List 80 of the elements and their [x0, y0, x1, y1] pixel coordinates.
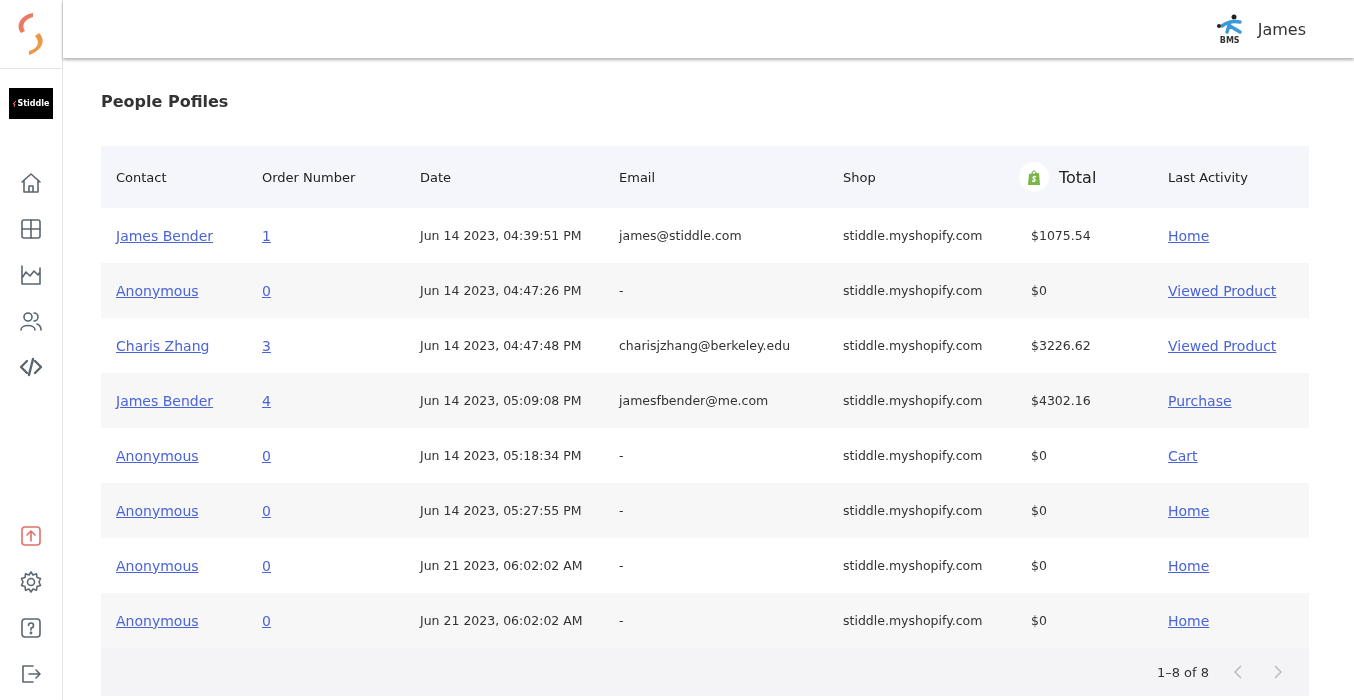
table-cell: $1075.54 [1031, 228, 1091, 243]
activity-link[interactable]: Home [1168, 227, 1210, 244]
order-link[interactable]: 0 [262, 447, 271, 464]
activity-link[interactable]: Home [1168, 612, 1210, 629]
chart-icon[interactable] [19, 263, 43, 287]
activity-link[interactable]: Viewed Product [1168, 282, 1277, 299]
grid-icon[interactable] [19, 217, 43, 241]
table-cell: - [619, 448, 624, 463]
table-cell: charisjzhang@berkeley.edu [619, 338, 791, 353]
contact-link[interactable]: Anonymous [116, 447, 199, 464]
order-link[interactable]: 3 [262, 337, 271, 354]
activity-link[interactable]: Purchase [1168, 392, 1232, 409]
activity-link[interactable]: Home [1168, 557, 1210, 574]
table-cell: stiddle.myshopify.com [843, 558, 983, 573]
table-cell: Jun 14 2023, 04:47:26 PM [420, 283, 582, 298]
column-header: Total [1059, 167, 1097, 187]
contact-link[interactable]: Anonymous [116, 502, 199, 519]
column-header: Order Number [262, 169, 357, 185]
table-cell: stiddle.myshopify.com [843, 393, 983, 408]
contact-link[interactable]: Anonymous [116, 282, 199, 299]
table-cell: stiddle.myshopify.com [843, 338, 983, 353]
table-cell: Jun 14 2023, 05:09:08 PM [420, 393, 582, 408]
pagination-range: 1–8 of 8 [1156, 664, 1209, 680]
bolt-icon [12, 100, 17, 107]
shopping-bag-icon [1027, 168, 1041, 186]
table-cell: stiddle.myshopify.com [843, 503, 983, 518]
help-icon[interactable] [19, 616, 43, 640]
order-link[interactable]: 0 [262, 502, 271, 519]
brand-name: Stiddle [17, 99, 50, 108]
table-cell: - [619, 558, 624, 573]
table-cell: Jun 14 2023, 04:47:48 PM [420, 338, 582, 353]
table-cell: stiddle.myshopify.com [843, 283, 983, 298]
table-cell: Jun 21 2023, 06:02:02 AM [420, 558, 583, 573]
table-cell: Jun 14 2023, 05:27:55 PM [420, 503, 582, 518]
contact-link[interactable]: Anonymous [116, 557, 199, 574]
logo-text: BMS [1219, 35, 1240, 45]
contact-link[interactable]: Anonymous [116, 612, 199, 629]
table-cell: stiddle.myshopify.com [843, 228, 983, 243]
table-cell: Jun 14 2023, 04:39:51 PM [420, 228, 582, 243]
order-link[interactable]: 0 [262, 282, 271, 299]
activity-link[interactable]: Home [1168, 502, 1210, 519]
table-cell: - [619, 503, 624, 518]
column-header: Last Activity [1168, 169, 1249, 185]
table-cell: $0 [1031, 503, 1047, 518]
table-cell: $4302.16 [1031, 393, 1091, 408]
order-link[interactable]: 4 [262, 392, 271, 409]
activity-link[interactable]: Cart [1168, 447, 1198, 464]
table-cell: $3226.62 [1031, 338, 1091, 353]
code-icon[interactable] [19, 355, 43, 379]
column-header: Date [420, 169, 453, 185]
table-cell: Jun 21 2023, 06:02:02 AM [420, 613, 583, 628]
table-cell: jamesfbender@me.com [619, 393, 769, 408]
table-cell: stiddle.myshopify.com [843, 448, 983, 463]
contact-link[interactable]: James Bender [116, 227, 214, 244]
order-link[interactable]: 0 [262, 557, 271, 574]
table-cell: Jun 14 2023, 05:18:34 PM [420, 448, 582, 463]
page-title: People Pofiles [101, 92, 230, 111]
table-cell: stiddle.myshopify.com [843, 613, 983, 628]
table-cell: - [619, 613, 624, 628]
runner-icon [1215, 13, 1244, 36]
logout-icon[interactable] [19, 662, 43, 686]
table-cell: $0 [1031, 448, 1047, 463]
table-cell: - [619, 283, 624, 298]
table-cell: $0 [1031, 558, 1047, 573]
upload-icon[interactable] [19, 524, 43, 548]
table-cell: $0 [1031, 613, 1047, 628]
settings-icon[interactable] [19, 570, 43, 594]
column-header: Shop [843, 169, 877, 185]
column-header: Contact [116, 169, 168, 185]
home-icon[interactable] [19, 171, 43, 195]
order-link[interactable]: 1 [262, 227, 271, 244]
table-cell: james@stiddle.com [619, 228, 742, 243]
contact-link[interactable]: Charis Zhang [116, 337, 210, 354]
users-icon[interactable] [19, 309, 43, 333]
table-cell: $0 [1031, 283, 1047, 298]
column-header: Email [619, 169, 657, 185]
activity-link[interactable]: Viewed Product [1168, 337, 1277, 354]
user-name[interactable]: James [1257, 19, 1306, 39]
order-link[interactable]: 0 [262, 612, 271, 629]
contact-link[interactable]: James Bender [116, 392, 214, 409]
